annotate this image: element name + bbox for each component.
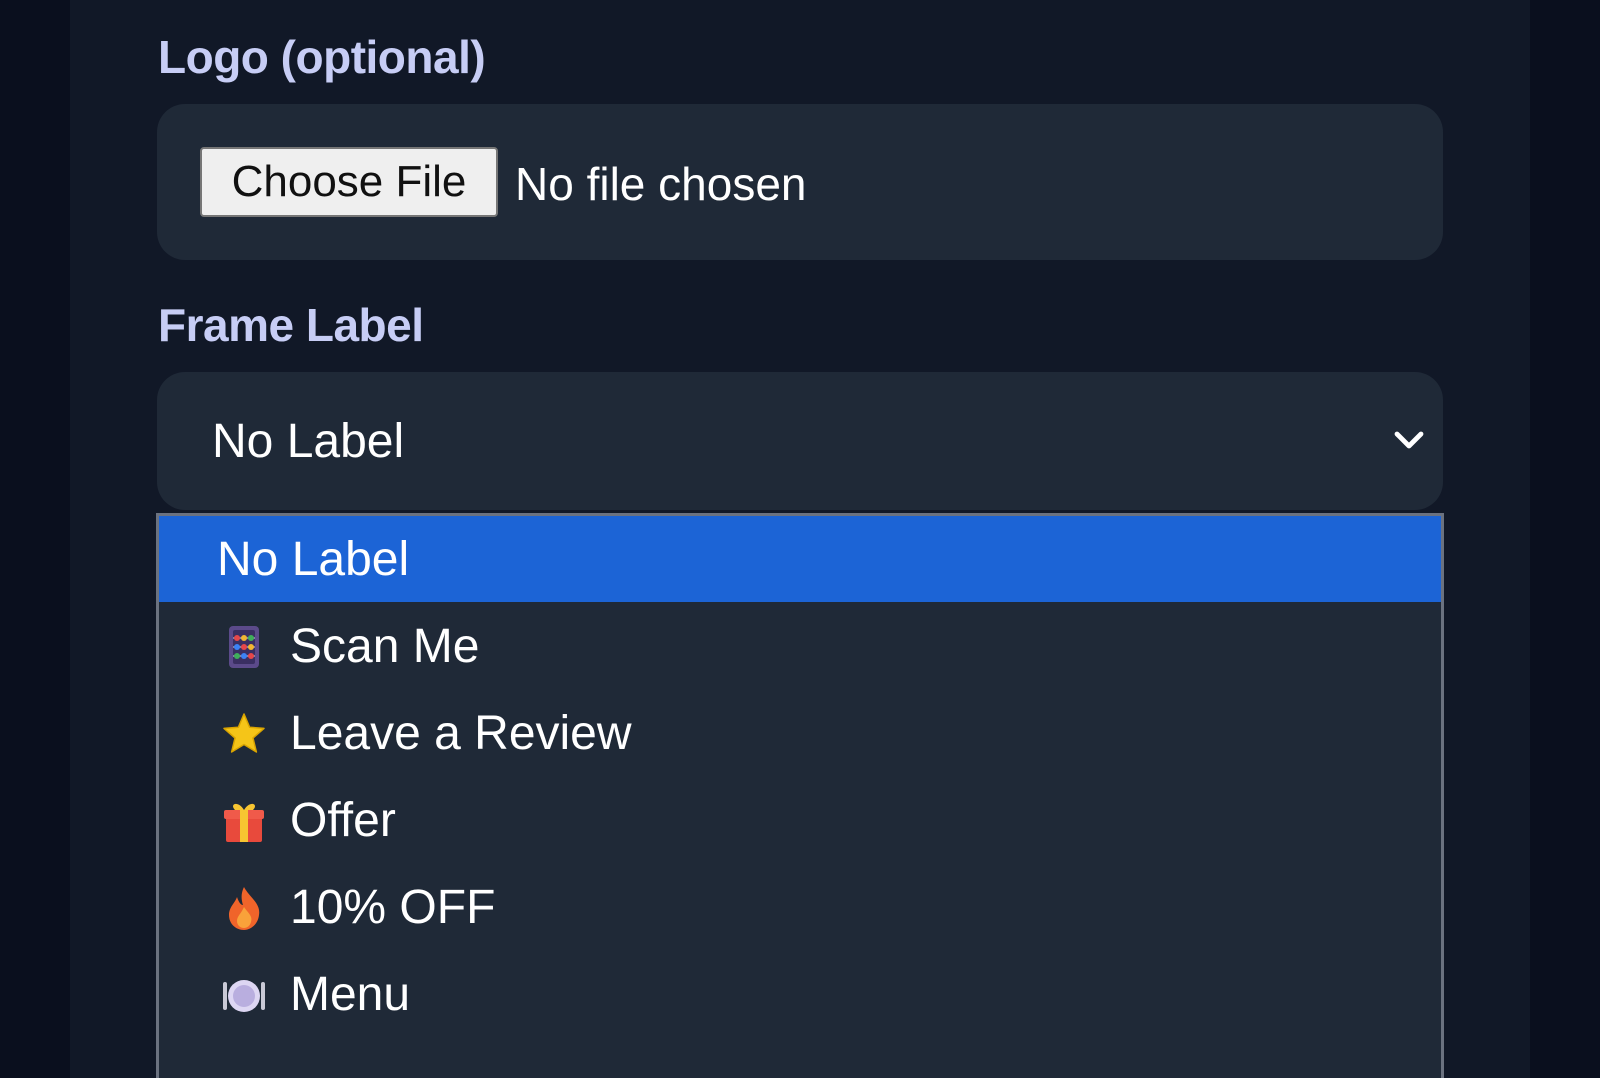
option-menu[interactable]: Menu xyxy=(159,951,1441,1037)
abacus-icon xyxy=(229,626,259,668)
option-label: Leave a Review xyxy=(290,707,632,760)
chevron-down-icon xyxy=(1394,431,1424,449)
option-label: Scan Me xyxy=(290,620,480,673)
frame-label-dropdown-list: No Label Scan Me Leave a Review Offer 10… xyxy=(156,513,1444,1078)
option-scan-me[interactable]: Scan Me xyxy=(159,603,1441,689)
logo-field-label: Logo (optional) xyxy=(158,31,486,83)
choose-file-button[interactable]: Choose File xyxy=(200,147,498,217)
option-label: Offer xyxy=(290,794,396,847)
option-10-off[interactable]: 10% OFF xyxy=(159,864,1441,950)
option-leave-a-review[interactable]: Leave a Review xyxy=(159,690,1441,776)
option-label: 10% OFF xyxy=(290,881,496,934)
star-icon xyxy=(223,713,265,753)
logo-file-input[interactable]: Choose File No file chosen xyxy=(157,104,1443,260)
page: Logo (optional) Choose File No file chos… xyxy=(0,0,1600,1078)
fire-icon xyxy=(229,887,260,930)
option-label: Menu xyxy=(290,968,411,1021)
file-status-text: No file chosen xyxy=(515,158,807,210)
frame-label-field-label: Frame Label xyxy=(158,299,424,351)
plate-icon xyxy=(223,980,265,1012)
frame-label-selected-value: No Label xyxy=(212,415,405,468)
option-offer[interactable]: Offer xyxy=(159,777,1441,863)
option-no-label[interactable]: No Label xyxy=(159,516,1441,602)
gift-icon xyxy=(224,803,264,842)
option-label: No Label xyxy=(217,533,410,586)
frame-label-select[interactable]: No Label xyxy=(157,372,1443,510)
